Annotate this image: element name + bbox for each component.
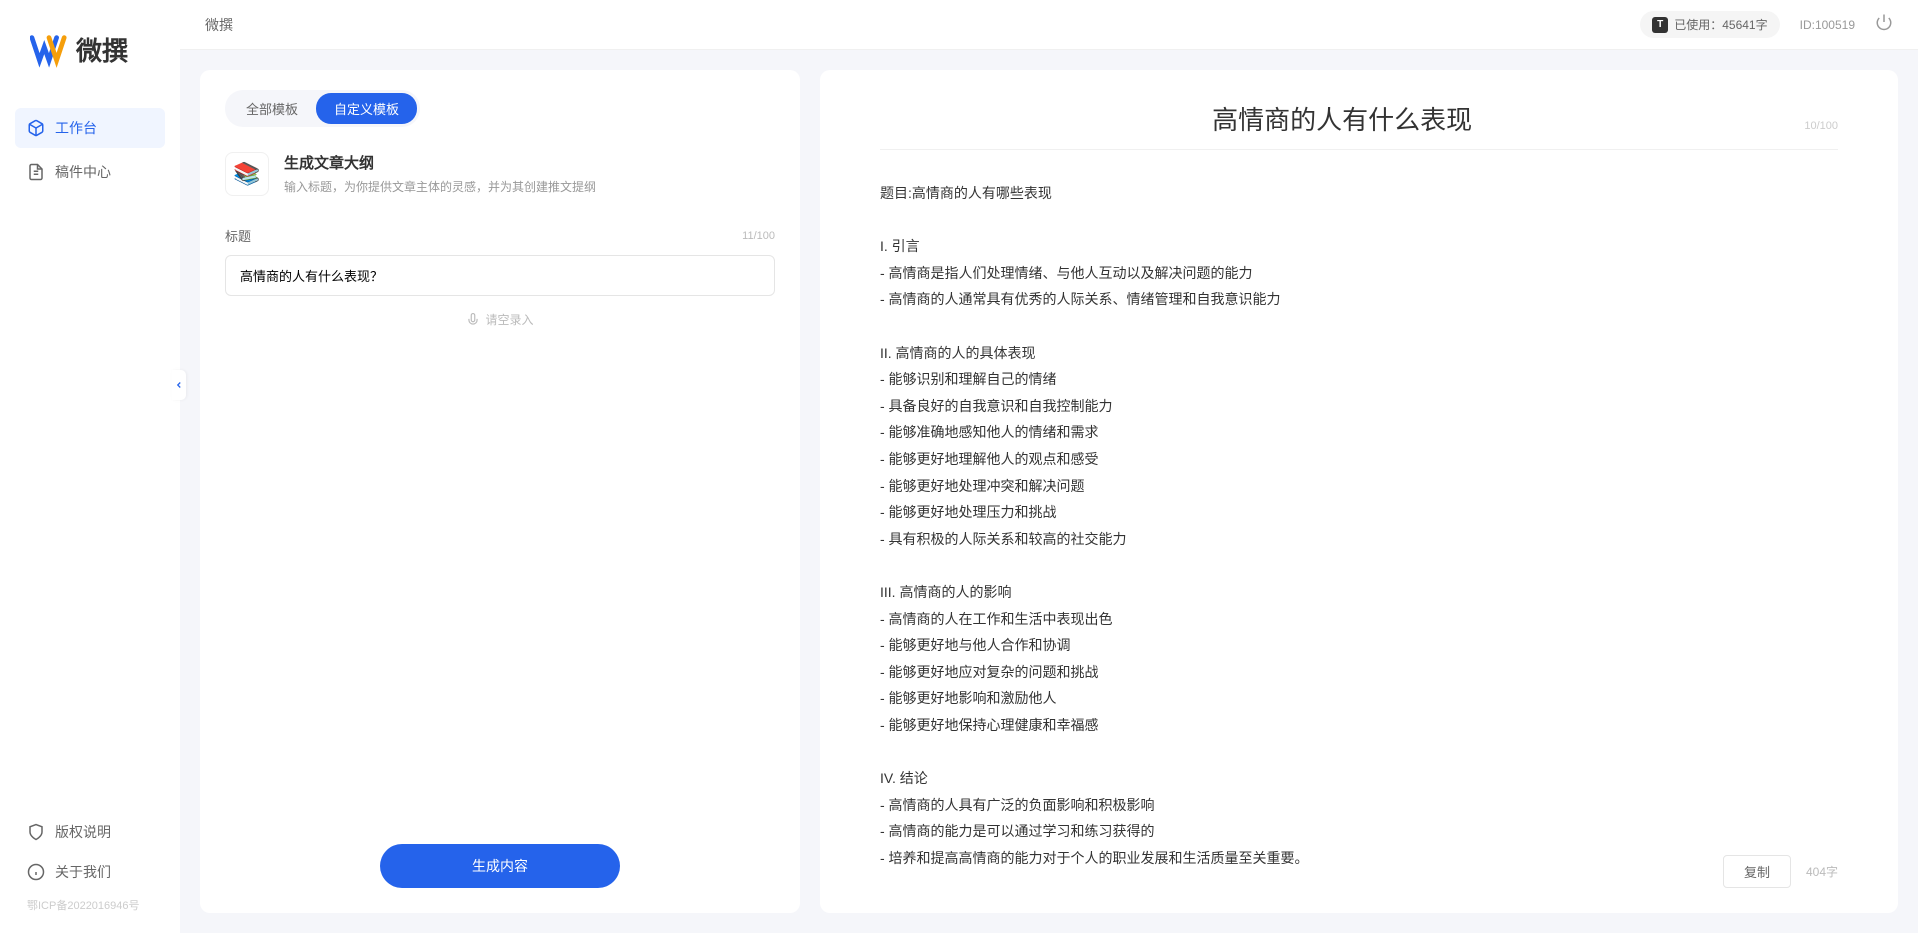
power-icon: [1875, 13, 1893, 31]
nav-list: 工作台 稿件中心: [0, 108, 180, 812]
nav-item-workspace[interactable]: 工作台: [15, 108, 165, 148]
power-button[interactable]: [1875, 13, 1893, 36]
nav-label: 工作台: [55, 118, 97, 138]
generate-button[interactable]: 生成内容: [380, 844, 620, 888]
copy-button[interactable]: 复制: [1723, 855, 1791, 888]
title-input[interactable]: [225, 255, 775, 296]
main-content: 全部模板 自定义模板 📚 生成文章大纲 输入标题，为你提供文章主体的灵感，并为其…: [180, 50, 1918, 933]
logo-icon: [30, 30, 68, 68]
voice-hint-text: 请空录入: [485, 311, 533, 328]
shield-icon: [27, 823, 45, 841]
tab-all-templates[interactable]: 全部模板: [228, 93, 316, 124]
template-tabs: 全部模板 自定义模板: [225, 90, 420, 127]
info-icon: [27, 863, 45, 881]
output-body[interactable]: 题目:高情商的人有哪些表现 I. 引言 - 高情商是指人们处理情绪、与他人互动以…: [880, 160, 1838, 883]
text-icon: T: [1652, 17, 1668, 33]
about-link[interactable]: 关于我们: [15, 852, 165, 892]
output-text: 题目:高情商的人有哪些表现 I. 引言 - 高情商是指人们处理情绪、与他人互动以…: [880, 180, 1838, 871]
nav-item-drafts[interactable]: 稿件中心: [15, 152, 165, 192]
output-panel: 高情商的人有什么表现 10/100 题目:高情商的人有哪些表现 I. 引言 - …: [820, 70, 1898, 913]
sidebar-bottom: 版权说明 关于我们 鄂ICP备2022016946号: [0, 812, 180, 933]
bottom-label: 关于我们: [55, 862, 111, 882]
icp-text: 鄂ICP备2022016946号: [15, 892, 165, 918]
logo[interactable]: 微撰: [0, 0, 180, 108]
copyright-link[interactable]: 版权说明: [15, 812, 165, 852]
template-card: 📚 生成文章大纲 输入标题，为你提供文章主体的灵感，并为其创建推文提纲: [225, 152, 775, 196]
usage-badge[interactable]: T 已使用：45641字: [1640, 11, 1779, 38]
user-id: ID:100519: [1800, 18, 1855, 32]
tab-custom-templates[interactable]: 自定义模板: [316, 93, 417, 124]
file-icon: [27, 163, 45, 181]
input-panel: 全部模板 自定义模板 📚 生成文章大纲 输入标题，为你提供文章主体的灵感，并为其…: [200, 70, 800, 913]
usage-label: 已使用：45641字: [1674, 16, 1767, 33]
cube-icon: [27, 119, 45, 137]
nav-label: 稿件中心: [55, 162, 111, 182]
voice-input-hint[interactable]: 请空录入: [225, 311, 775, 328]
output-word-count: 404字: [1806, 863, 1838, 880]
output-title[interactable]: 高情商的人有什么表现: [1212, 100, 1472, 137]
output-title-count: 10/100: [1804, 120, 1838, 132]
title-label: 标题: [225, 226, 251, 245]
logo-text: 微撰: [76, 31, 128, 68]
template-desc: 输入标题，为你提供文章主体的灵感，并为其创建推文提纲: [284, 178, 596, 195]
template-icon: 📚: [225, 152, 269, 196]
template-title: 生成文章大纲: [284, 152, 596, 173]
microphone-icon: [466, 313, 480, 327]
breadcrumb: 微撰: [205, 15, 233, 35]
topbar: 微撰 T 已使用：45641字 ID:100519: [180, 0, 1918, 50]
sidebar: 微撰 工作台 稿件中心 版权说明 关于我们 鄂ICP备2022016946号: [0, 0, 180, 933]
bottom-label: 版权说明: [55, 822, 111, 842]
title-char-count: 11/100: [742, 230, 775, 242]
